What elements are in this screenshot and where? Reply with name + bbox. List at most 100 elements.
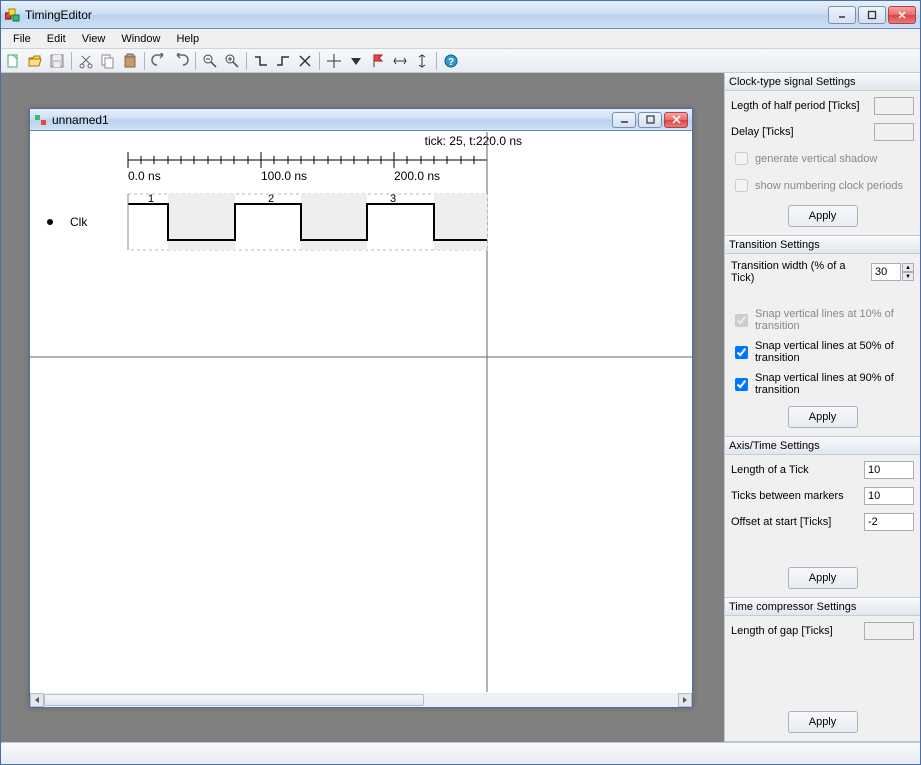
maximize-button[interactable] <box>858 6 886 24</box>
panel-compressor-header: Time compressor Settings <box>725 598 920 616</box>
undo-icon[interactable] <box>149 51 169 71</box>
doc-minimize-button[interactable] <box>612 112 636 128</box>
chk-snap-10 <box>735 314 748 327</box>
mdi-area: unnamed1 tick: 25, t:220.0 ns <box>1 73 724 742</box>
axis-label-1: 100.0 ns <box>261 169 307 183</box>
panel-clock: Clock-type signal Settings Legth of half… <box>725 73 920 236</box>
ticks-markers-input[interactable] <box>864 487 914 505</box>
scroll-right-icon[interactable] <box>678 693 692 707</box>
copy-icon[interactable] <box>98 51 118 71</box>
save-icon[interactable] <box>47 51 67 71</box>
open-icon[interactable] <box>25 51 45 71</box>
axis-apply-button[interactable]: Apply <box>788 567 858 589</box>
compressor-apply-button[interactable]: Apply <box>788 711 858 733</box>
doc-close-button[interactable] <box>664 112 688 128</box>
transition-apply-button[interactable]: Apply <box>788 406 858 428</box>
tick-length-input[interactable] <box>864 461 914 479</box>
horizontal-scrollbar[interactable] <box>30 693 692 707</box>
main-titlebar: TimingEditor <box>1 1 920 29</box>
axis-label-0: 0.0 ns <box>128 169 161 183</box>
chk-snap-50-label: Snap vertical lines at 50% of transition <box>755 340 914 364</box>
content-area: unnamed1 tick: 25, t:220.0 ns <box>1 73 920 742</box>
half-period-input <box>874 97 914 115</box>
period-1: 1 <box>148 193 154 205</box>
main-window: TimingEditor File Edit View Window Help <box>0 0 921 765</box>
crosshair-icon[interactable] <box>324 51 344 71</box>
panel-transition-header: Transition Settings <box>725 236 920 254</box>
timing-diagram[interactable]: tick: 25, t:220.0 ns <box>30 131 692 693</box>
dropdown-icon[interactable] <box>346 51 366 71</box>
document-title: unnamed1 <box>52 113 612 127</box>
delay-label: Delay [Ticks] <box>731 126 794 138</box>
paste-icon[interactable] <box>120 51 140 71</box>
offset-label: Offset at start [Ticks] <box>731 516 831 528</box>
chk-snap-90[interactable] <box>735 378 748 391</box>
transition-width-input[interactable] <box>871 263 901 281</box>
doc-maximize-button[interactable] <box>638 112 662 128</box>
new-icon[interactable] <box>3 51 23 71</box>
menu-file[interactable]: File <box>5 31 39 47</box>
main-window-controls <box>828 6 916 24</box>
close-button[interactable] <box>888 6 916 24</box>
zoom-in-icon[interactable] <box>222 51 242 71</box>
chk-snap-10-label: Snap vertical lines at 10% of transition <box>755 308 914 332</box>
document-titlebar: unnamed1 <box>30 109 692 131</box>
scroll-track[interactable] <box>44 693 678 707</box>
separator <box>319 52 320 70</box>
edge-cross-icon[interactable] <box>295 51 315 71</box>
cut-icon[interactable] <box>76 51 96 71</box>
svg-text:?: ? <box>448 57 454 68</box>
app-icon <box>5 7 21 23</box>
flag-icon[interactable] <box>368 51 388 71</box>
delay-input <box>874 123 914 141</box>
zoom-out-icon[interactable] <box>200 51 220 71</box>
axis-label-2: 200.0 ns <box>394 169 440 183</box>
panel-compressor: Time compressor Settings Length of gap [… <box>725 598 920 742</box>
edge-fall-icon[interactable] <box>251 51 271 71</box>
period-3: 3 <box>390 193 396 205</box>
clock-apply-button[interactable]: Apply <box>788 205 858 227</box>
gap-length-label: Length of gap [Ticks] <box>731 625 833 637</box>
separator <box>71 52 72 70</box>
chk-shadow-label: generate vertical shadow <box>755 153 877 165</box>
separator <box>436 52 437 70</box>
half-period-label: Legth of half period [Ticks] <box>731 100 860 112</box>
menu-view[interactable]: View <box>74 31 114 47</box>
vresize-icon[interactable] <box>412 51 432 71</box>
scroll-left-icon[interactable] <box>30 693 44 707</box>
redo-icon[interactable] <box>171 51 191 71</box>
separator <box>144 52 145 70</box>
ticks-markers-label: Ticks between markers <box>731 490 844 502</box>
separator <box>195 52 196 70</box>
panel-transition: Transition Settings Transition width (% … <box>725 236 920 437</box>
edge-rise-icon[interactable] <box>273 51 293 71</box>
hresize-icon[interactable] <box>390 51 410 71</box>
side-panels: Clock-type signal Settings Legth of half… <box>724 73 920 742</box>
document-window-controls <box>612 112 688 128</box>
document-window: unnamed1 tick: 25, t:220.0 ns <box>29 108 693 708</box>
chk-numbering <box>735 179 748 192</box>
menubar: File Edit View Window Help <box>1 29 920 49</box>
menu-window[interactable]: Window <box>113 31 168 47</box>
minimize-button[interactable] <box>828 6 856 24</box>
chk-shadow <box>735 152 748 165</box>
spinner-down-icon[interactable]: ▼ <box>902 272 914 281</box>
panel-axis: Axis/Time Settings Length of a Tick Tick… <box>725 437 920 598</box>
help-icon[interactable]: ? <box>441 51 461 71</box>
panel-axis-header: Axis/Time Settings <box>725 437 920 455</box>
gap-length-input <box>864 622 914 640</box>
menu-help[interactable]: Help <box>168 31 207 47</box>
scroll-thumb[interactable] <box>44 694 424 706</box>
app-title: TimingEditor <box>25 8 828 22</box>
chk-snap-90-label: Snap vertical lines at 90% of transition <box>755 372 914 396</box>
tick-length-label: Length of a Tick <box>731 464 809 476</box>
separator <box>246 52 247 70</box>
document-body: tick: 25, t:220.0 ns <box>30 131 692 707</box>
offset-input[interactable] <box>864 513 914 531</box>
transition-width-label: Transition width (% of a Tick) <box>731 260 867 284</box>
menu-edit[interactable]: Edit <box>39 31 74 47</box>
chk-snap-50[interactable] <box>735 346 748 359</box>
document-icon <box>34 113 48 127</box>
spinner-up-icon[interactable]: ▲ <box>902 263 914 272</box>
period-2: 2 <box>268 193 274 205</box>
